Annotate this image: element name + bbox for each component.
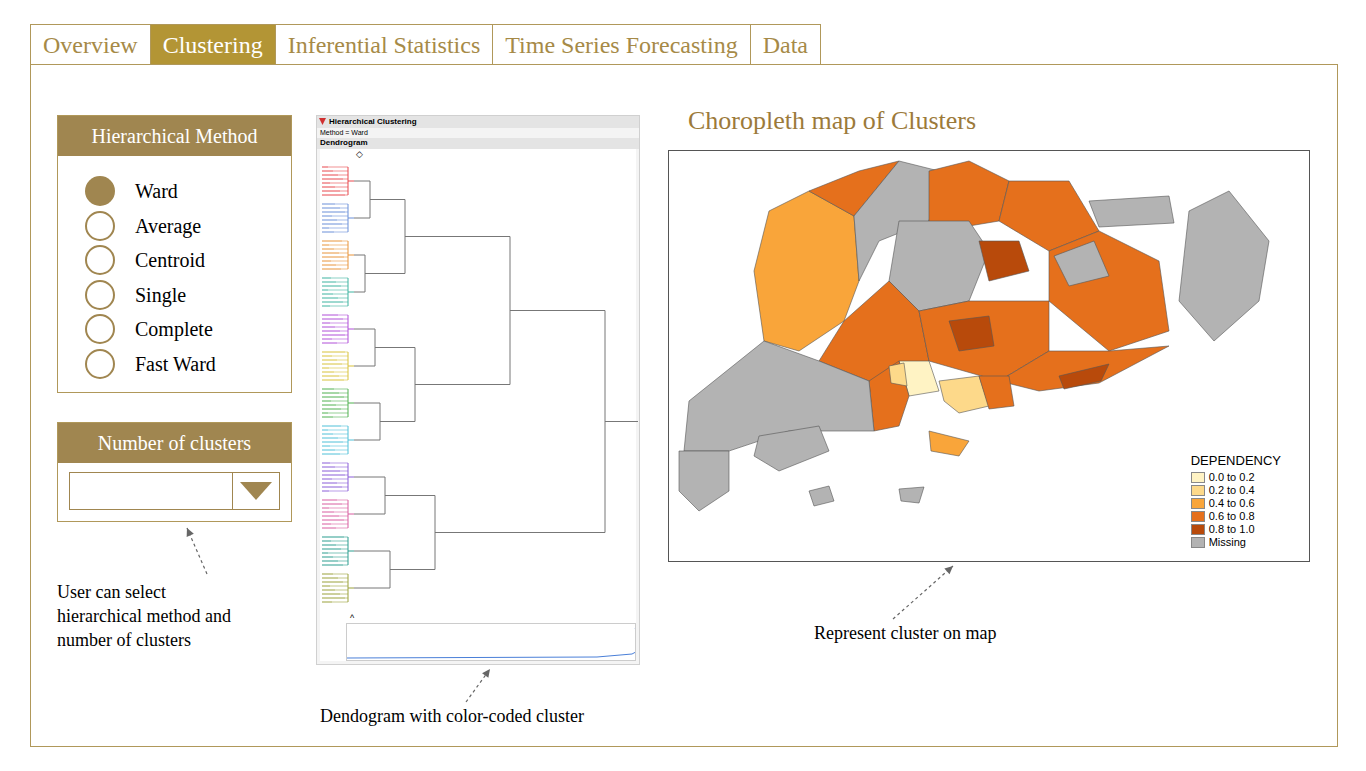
legend-item: 0.4 to 0.6 [1191,497,1281,510]
map-region[interactable] [1059,364,1109,389]
method-header: Hierarchical Method [58,116,291,156]
top-marker[interactable]: ◇ [320,149,636,159]
map-region[interactable] [869,361,909,431]
map-region[interactable] [1054,241,1109,286]
clusters-panel: Number of clusters [57,422,292,522]
method-panel: Hierarchical Method Ward Average Centroid Si… [57,115,292,393]
dendrogram-column: Hierarchical ClusteringMethod = WardDend… [316,115,640,746]
clusters-select[interactable] [69,472,280,510]
legend-swatch [1191,511,1205,522]
radio-icon[interactable] [85,245,115,275]
map-region[interactable] [949,316,994,351]
map-region[interactable] [979,376,1014,409]
map-region[interactable] [929,161,1009,231]
map-region[interactable] [1179,191,1269,341]
radio-label: Average [135,214,201,238]
radio-option[interactable]: Centroid [85,245,291,275]
map-note: Represent cluster on map [814,622,1310,644]
map-region[interactable] [899,487,924,503]
legend-swatch [1191,524,1205,535]
legend-item: 0.2 to 0.4 [1191,484,1281,497]
map-box: DEPENDENCY 0.0 to 0.20.2 to 0.40.4 to 0.6… [668,150,1310,562]
radio-option[interactable]: Fast Ward [85,349,291,379]
radio-icon[interactable] [85,280,115,310]
map-column: Choropleth map of Clusters DEPENDENCY 0.0 … [668,103,1310,746]
radio-option[interactable]: Complete [85,314,291,344]
map-region[interactable] [809,486,834,506]
map-region[interactable] [679,451,729,511]
dendrogram-title-bar: Hierarchical Clustering [317,116,639,128]
controls-note: User can select hierarchical method and … [57,580,247,652]
map-region[interactable] [979,241,1029,281]
map-arrow [668,562,1310,622]
legend-swatch [1191,537,1205,548]
dendrogram-canvas: ◇^ [320,149,636,661]
tab[interactable]: Overview [30,24,151,65]
map-region[interactable] [999,346,1169,391]
legend-swatch [1191,485,1205,496]
radio-option[interactable]: Average [85,211,291,241]
radio-icon[interactable] [85,314,115,344]
tab[interactable]: Data [750,24,821,65]
map-legend: DEPENDENCY 0.0 to 0.20.2 to 0.40.4 to 0.6… [1191,453,1281,549]
legend-swatch [1191,498,1205,509]
map-region[interactable] [1049,231,1169,351]
map-region[interactable] [1089,196,1174,227]
radio-option[interactable]: Ward [85,176,291,206]
red-triangle-icon[interactable] [319,118,326,125]
radio-icon[interactable] [85,349,115,379]
caret-down-icon [240,482,272,500]
tab[interactable]: Inferential Statistics [275,24,494,65]
map-region[interactable] [889,363,907,386]
dendrogram-note: Dendogram with color-coded cluster [316,705,640,727]
map-region[interactable] [929,431,969,456]
dendrogram-arrow [316,665,640,705]
radio-icon[interactable] [85,176,115,206]
radio-option[interactable]: Single [85,280,291,310]
legend-title: DEPENDENCY [1191,453,1281,469]
clusters-header: Number of clusters [58,423,291,463]
method-options: Ward Average Centroid Single Complete Fast Wa… [58,156,291,379]
dropdown-button[interactable] [232,473,279,509]
legend-item: 0.0 to 0.2 [1191,471,1281,484]
main-panel: Hierarchical Method Ward Average Centroid Si… [30,64,1338,747]
app: OverviewClusteringInferential Statistics… [0,0,1366,771]
legend-item: 0.8 to 1.0 [1191,523,1281,536]
legend-swatch [1191,472,1205,483]
legend-item: 0.6 to 0.8 [1191,510,1281,523]
radio-icon[interactable] [85,211,115,241]
dendrogram-frame: Hierarchical ClusteringMethod = WardDend… [316,115,640,665]
clusters-value[interactable] [70,473,232,509]
map-region[interactable] [754,426,829,471]
scree-plot [346,623,636,661]
radio-label: Centroid [135,248,205,272]
dendrogram-method: Method = Ward [317,128,639,138]
tab-bar: OverviewClusteringInferential Statistics… [30,24,1336,65]
map-title: Choropleth map of Clusters [668,103,1310,138]
radio-label: Single [135,283,186,307]
controls-column: Hierarchical Method Ward Average Centroid Si… [57,115,292,746]
bottom-marker[interactable]: ^ [320,613,636,623]
legend-item: Missing [1191,536,1281,549]
tab[interactable]: Clustering [150,24,276,65]
radio-label: Fast Ward [135,352,216,376]
radio-label: Ward [135,179,178,203]
tab[interactable]: Time Series Forecasting [492,24,750,65]
radio-label: Complete [135,317,213,341]
dendrogram-section: Dendrogram [317,138,639,149]
dendrogram-chart [320,159,638,613]
controls-arrow [57,522,292,578]
